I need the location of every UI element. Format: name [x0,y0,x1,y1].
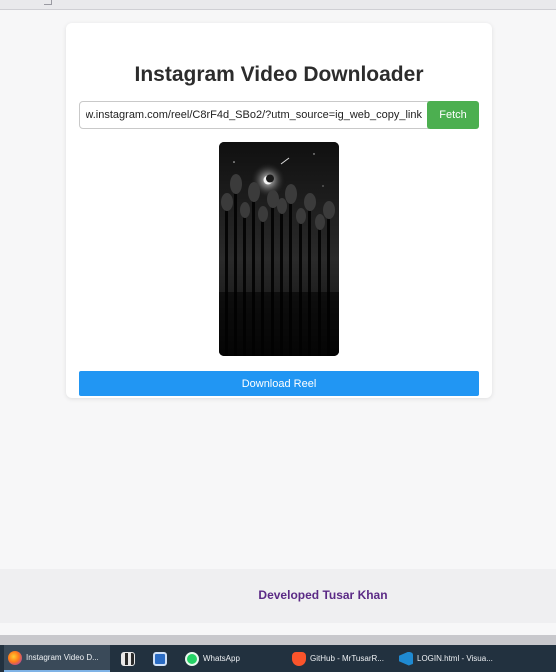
clapper-icon [121,651,135,666]
firefox-icon [8,650,22,665]
whatsapp-icon [185,651,199,666]
page-title: Instagram Video Downloader [134,63,424,86]
page: Instagram Video Downloader Fetch [0,11,556,569]
document-icon [153,651,167,666]
vscode-icon [399,651,413,666]
horizontal-scrollbar[interactable] [0,635,556,645]
taskbar-item-vscode[interactable]: LOGIN.html - Visua... [395,645,495,672]
taskbar-item-label: WhatsApp [203,654,240,663]
chevron-down-icon [44,0,52,5]
taskbar-item-github[interactable]: GitHub - MrTusarR... [288,645,388,672]
footer-credit: Developed Tusar Khan [258,588,388,602]
taskbar-item-firefox[interactable]: Instagram Video D... [4,645,110,672]
video-preview[interactable] [219,142,339,356]
taskbar-item-clapper[interactable] [117,645,139,672]
browser-top-edge [0,0,556,10]
video-thumbnail-image [219,142,339,356]
downloader-card: Instagram Video Downloader Fetch [66,23,492,398]
taskbar: Instagram Video D... WhatsApp GitHub - M… [0,645,556,672]
taskbar-item-label: Instagram Video D... [26,653,99,662]
reel-url-input[interactable] [79,101,429,129]
footer: Developed Tusar Khan [0,569,556,623]
page-bottom-space [0,623,556,635]
download-reel-button[interactable]: Download Reel [79,371,479,396]
taskbar-item-label: GitHub - MrTusarR... [310,654,384,663]
taskbar-item-label: LOGIN.html - Visua... [417,654,493,663]
fetch-button[interactable]: Fetch [427,101,479,129]
brave-icon [292,651,306,666]
taskbar-item-whatsapp[interactable]: WhatsApp [181,645,247,672]
taskbar-item-document[interactable] [149,645,171,672]
